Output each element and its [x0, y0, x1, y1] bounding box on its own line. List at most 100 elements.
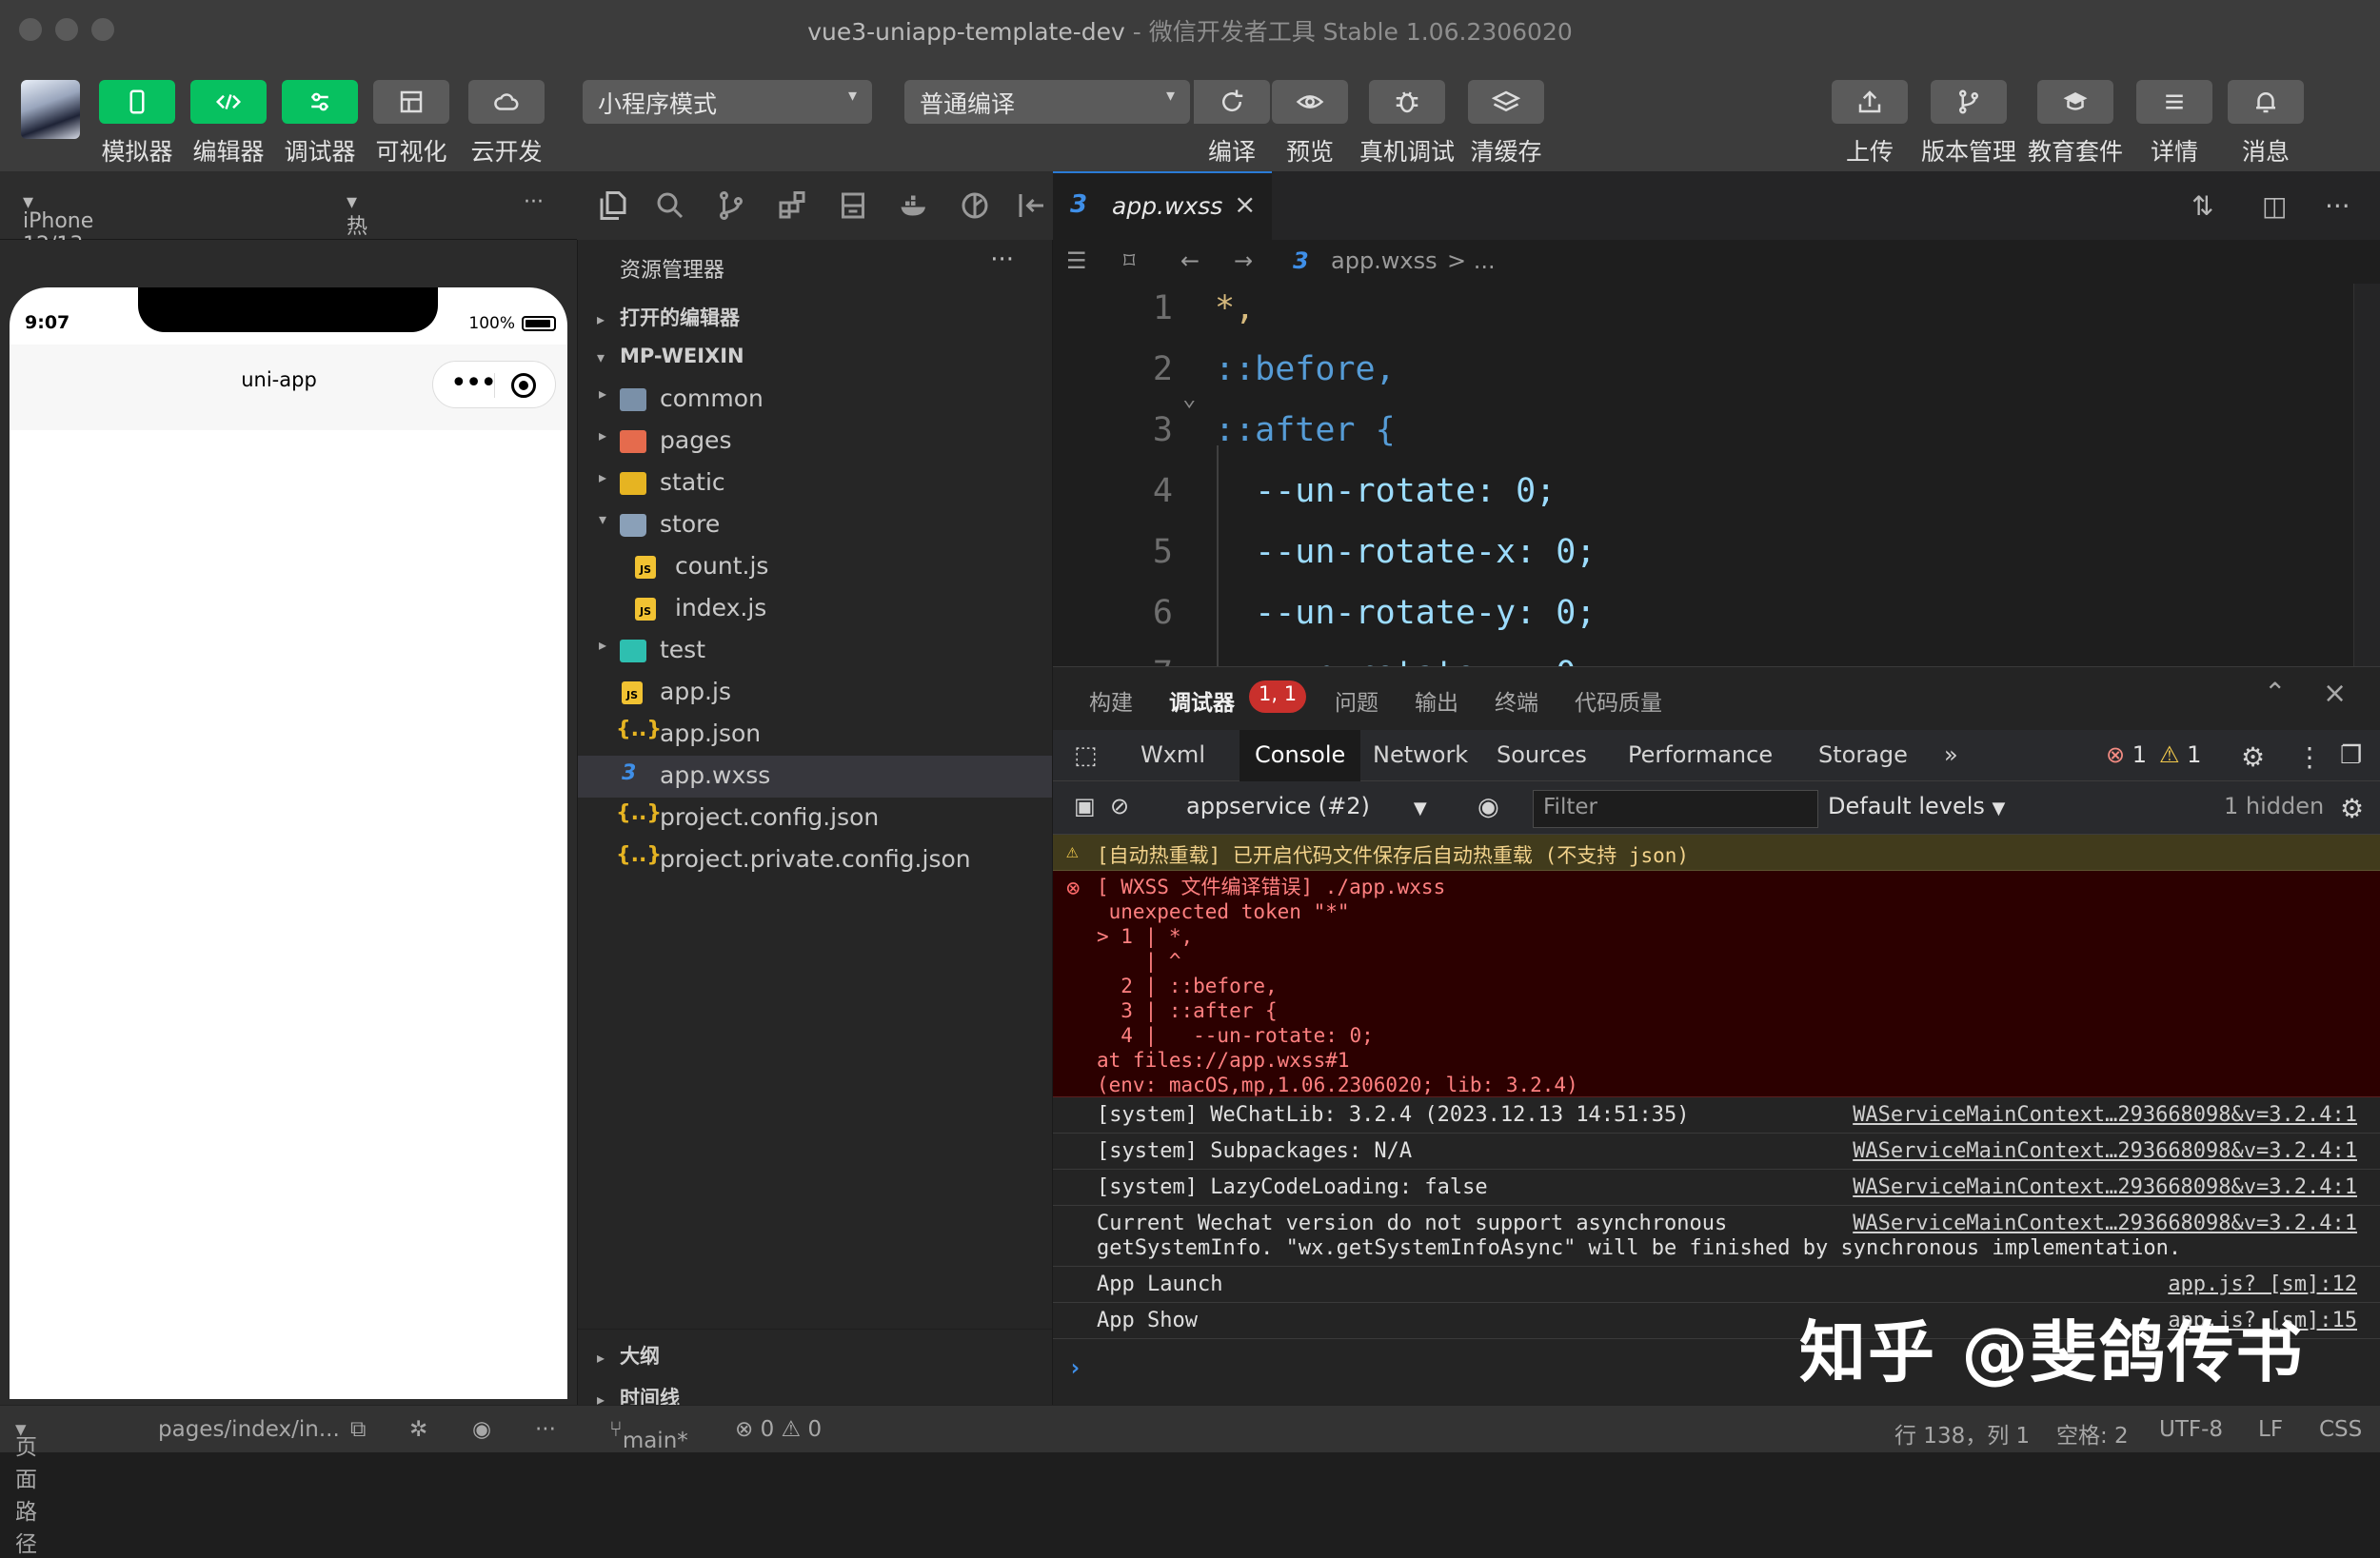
live-expression-eye-icon[interactable]: ◉	[1462, 781, 1515, 833]
tree-item-test[interactable]: ▸ test	[578, 630, 1052, 672]
bookmark-icon[interactable]: ⌑	[1123, 247, 1135, 274]
tree-item-store[interactable]: ▾ store	[578, 504, 1052, 546]
close-icon[interactable]: ×	[2323, 677, 2347, 710]
messages-button[interactable]	[2228, 80, 2304, 124]
breadcrumb-rest[interactable]: > ...	[1447, 247, 1496, 274]
tree-item-pages[interactable]: ▸ pages	[578, 421, 1052, 463]
page-path[interactable]: pages/index/in...	[158, 1417, 340, 1442]
editor-scrollbar[interactable]	[2353, 284, 2380, 666]
close-mini-program-icon[interactable]	[511, 373, 536, 398]
outline-section[interactable]: ▸ 大纲	[578, 1341, 1054, 1379]
more-dots-icon[interactable]: •••	[450, 366, 497, 400]
chevron-up-icon[interactable]: ⌃	[2264, 677, 2286, 708]
phone-screen[interactable]: 9:07 100% uni-app •••	[10, 287, 567, 1399]
tree-item-index-js[interactable]: JS index.js	[578, 588, 1052, 630]
tree-item-static[interactable]: ▸ static	[578, 463, 1052, 504]
tree-item-app-json[interactable]: {..} app.json	[578, 714, 1052, 756]
language-mode[interactable]: CSS	[2319, 1417, 2362, 1442]
tab-performance[interactable]: Performance	[1613, 730, 1788, 781]
code-editor[interactable]: 1 *, 2 ::before, 3 ::after { 4 --un-rota…	[1053, 284, 2380, 666]
tree-item-project-config[interactable]: {..} project.config.json	[578, 798, 1052, 839]
log-source-link[interactable]: WAServiceMainContext…293668098&v=3.2.4:1	[1853, 1139, 2357, 1163]
collapse-panel-icon[interactable]	[1015, 188, 1049, 223]
element-picker-icon[interactable]: ⬚	[1059, 730, 1113, 781]
tab-storage[interactable]: Storage	[1803, 730, 1923, 781]
encoding[interactable]: UTF-8	[2159, 1417, 2223, 1442]
tree-item-app-js[interactable]: JS app.js	[578, 672, 1052, 714]
eye-icon[interactable]: ◉	[472, 1417, 491, 1442]
version-control-button[interactable]	[1931, 80, 2007, 124]
editor-toggle-button[interactable]	[190, 80, 267, 124]
git-branch[interactable]: ⑂ main*	[609, 1417, 688, 1453]
hot-reload-toggle[interactable]: 热重载 开 ▾	[347, 190, 367, 330]
explorer-more-button[interactable]: ···	[990, 246, 1014, 274]
tab-wxml[interactable]: Wxml	[1125, 730, 1220, 781]
warning-count[interactable]: ⚠ 1	[2144, 730, 2216, 781]
simulator-toggle-button[interactable]	[99, 80, 175, 124]
more-icon[interactable]: ···	[535, 1417, 556, 1442]
log-source-link[interactable]: WAServiceMainContext…293668098&v=3.2.4:1	[1853, 1175, 2357, 1199]
editor-more-icon[interactable]: ···	[2325, 190, 2350, 222]
back-arrow-icon[interactable]: ←	[1180, 247, 1200, 274]
tab-debugger[interactable]: 调试器	[1169, 684, 1235, 717]
avatar[interactable]	[21, 80, 80, 139]
tab-console[interactable]: Console	[1240, 730, 1361, 781]
compile-button[interactable]	[1194, 80, 1270, 124]
search-icon[interactable]	[653, 188, 687, 223]
end-of-line[interactable]: LF	[2258, 1417, 2283, 1442]
tab-output[interactable]: 输出	[1415, 684, 1458, 717]
compare-changes-icon[interactable]: ⇅	[2192, 190, 2213, 222]
tree-item-app-wxss[interactable]: 3 app.wxss	[578, 756, 1052, 798]
education-kit-button[interactable]	[2037, 80, 2113, 124]
copy-icon[interactable]: ⧉	[350, 1417, 366, 1442]
bug-icon[interactable]: ✲	[409, 1417, 427, 1442]
more-tabs-icon[interactable]: »	[1929, 730, 1973, 781]
device-select[interactable]: iPhone 12/13 (Pro) 75% 16 ▾	[23, 190, 93, 328]
tab-code-quality[interactable]: 代码质量	[1575, 684, 1662, 717]
preview-button[interactable]	[1272, 80, 1348, 124]
indentation[interactable]: 空格: 2	[2056, 1417, 2129, 1450]
upload-button[interactable]	[1832, 80, 1908, 124]
tab-build[interactable]: 构建	[1089, 684, 1133, 717]
console-settings-gear-icon[interactable]: ⚙	[2325, 781, 2379, 833]
tab-app-wxss[interactable]: 3 app.wxss ×	[1053, 171, 1272, 240]
console-filter-input[interactable]: Filter	[1533, 790, 1818, 828]
log-source-link[interactable]: WAServiceMainContext…293668098&v=3.2.4:1	[1853, 1212, 2357, 1235]
fold-chevron-icon[interactable]: ⌄	[1182, 385, 1196, 411]
breadcrumb-file[interactable]: app.wxss	[1331, 247, 1438, 274]
debugger-toggle-button[interactable]	[282, 80, 358, 124]
split-editor-icon[interactable]: ◫	[2262, 190, 2287, 222]
details-button[interactable]	[2136, 80, 2212, 124]
log-source-link[interactable]: WAServiceMainContext…293668098&v=3.2.4:1	[1853, 1103, 2357, 1127]
source-control-icon[interactable]	[714, 188, 748, 223]
forward-arrow-icon[interactable]: →	[1234, 247, 1253, 274]
files-icon[interactable]	[596, 188, 630, 223]
clear-console-icon[interactable]: ⊘	[1095, 781, 1144, 833]
log-source-link[interactable]: app.js? [sm]:12	[2168, 1272, 2357, 1296]
extensions-icon[interactable]	[775, 188, 809, 223]
cursor-position[interactable]: 行 138，列 1	[1894, 1417, 2030, 1450]
page-path-select[interactable]: 页面路径 ▾	[15, 1417, 37, 1557]
simulator-more-button[interactable]: ···	[524, 190, 544, 214]
context-select[interactable]: appservice (#2) ▼	[1186, 793, 1427, 819]
dock-icon[interactable]: ❐	[2325, 730, 2377, 781]
tab-problems[interactable]: 问题	[1335, 684, 1378, 717]
tree-item-project-private-config[interactable]: {..} project.private.config.json	[578, 839, 1052, 881]
open-editors-section[interactable]: ▸ 打开的编辑器	[578, 303, 1054, 341]
storage-icon[interactable]	[836, 188, 870, 223]
problems-count[interactable]: ⊗ 0 ⚠ 0	[735, 1417, 822, 1442]
cloud-dev-button[interactable]	[468, 80, 545, 124]
log-levels-select[interactable]: Default levels ▼	[1828, 793, 2005, 819]
tree-item-count-js[interactable]: JS count.js	[578, 546, 1052, 588]
docker-icon[interactable]	[897, 188, 931, 223]
tab-sources[interactable]: Sources	[1481, 730, 1602, 781]
gear-icon[interactable]: ⚙	[2226, 730, 2280, 781]
tree-item-common[interactable]: ▸ common	[578, 379, 1052, 421]
close-icon[interactable]: ×	[1234, 188, 1256, 220]
tab-network[interactable]: Network	[1358, 730, 1483, 781]
console-prompt-icon[interactable]: ›	[1068, 1354, 1081, 1381]
remote-debug-button[interactable]	[1369, 80, 1445, 124]
project-root-section[interactable]: ▾ MP-WEIXIN	[578, 345, 1054, 383]
timeline-icon[interactable]	[958, 188, 992, 223]
visual-toggle-button[interactable]	[373, 80, 449, 124]
